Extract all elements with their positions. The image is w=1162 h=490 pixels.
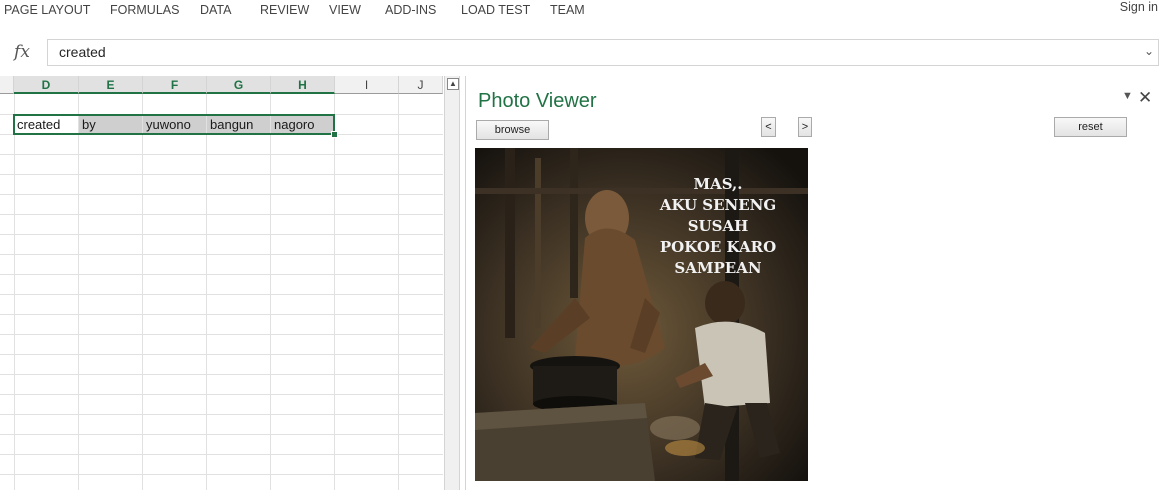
grid-line	[0, 454, 443, 455]
column-header-j[interactable]: J	[399, 76, 443, 94]
close-icon[interactable]: ✕	[1138, 88, 1152, 108]
pane-divider	[465, 76, 466, 490]
caption-line: SUSAH	[688, 217, 749, 235]
selection-border	[13, 114, 335, 135]
vertical-scrollbar[interactable]: ▲	[444, 76, 460, 490]
reset-button[interactable]: reset	[1054, 117, 1127, 137]
browse-button[interactable]: browse	[476, 120, 549, 140]
pane-title: Photo Viewer	[478, 90, 597, 112]
grid-line	[0, 334, 443, 335]
pane-options-icon[interactable]: ▼	[1122, 90, 1133, 102]
column-header-e[interactable]: E	[79, 76, 143, 94]
grid-line	[0, 194, 443, 195]
tab-view[interactable]: VIEW	[329, 3, 361, 17]
tab-formulas[interactable]: FORMULAS	[110, 3, 179, 17]
worksheet-grid[interactable]: D E F G H I J created by yuwono bangun n…	[0, 76, 443, 490]
photo-illustration: MAS,. AKU SENENG SUSAH POKOE KARO SAMPEA…	[475, 148, 808, 481]
column-header-g[interactable]: G	[207, 76, 271, 94]
grid-line	[0, 354, 443, 355]
fill-handle[interactable]	[331, 131, 338, 138]
expand-formula-icon[interactable]: ⌄	[1144, 44, 1154, 58]
grid-line	[0, 414, 443, 415]
column-header-d[interactable]: D	[14, 76, 79, 94]
grid-line	[0, 234, 443, 235]
grid-line	[0, 154, 443, 155]
grid-line	[0, 434, 443, 435]
formula-input[interactable]: created ⌄	[47, 39, 1159, 66]
column-header-h[interactable]: H	[271, 76, 335, 94]
tab-load-test[interactable]: LOAD TEST	[461, 3, 530, 17]
grid-line	[0, 394, 443, 395]
formula-bar: fx created ⌄	[0, 39, 1162, 66]
grid-line	[0, 374, 443, 375]
insert-function-button[interactable]: fx	[0, 39, 44, 66]
formula-value: created	[59, 44, 106, 60]
tab-page-layout[interactable]: PAGE LAYOUT	[4, 3, 90, 17]
column-header-f[interactable]: F	[143, 76, 207, 94]
grid-line	[0, 474, 443, 475]
grid-line	[0, 214, 443, 215]
photo-image: MAS,. AKU SENENG SUSAH POKOE KARO SAMPEA…	[475, 148, 808, 481]
column-header-i[interactable]: I	[335, 76, 399, 94]
grid-line	[0, 274, 443, 275]
caption-line: POKOE KARO	[660, 238, 776, 256]
caption-line: AKU SENENG	[659, 196, 776, 214]
scroll-up-icon[interactable]: ▲	[447, 78, 459, 90]
grid-line	[0, 254, 443, 255]
grid-line	[0, 294, 443, 295]
tab-data[interactable]: DATA	[200, 3, 231, 17]
next-button[interactable]: >	[798, 117, 812, 137]
caption-line: MAS,.	[694, 175, 743, 193]
previous-button[interactable]: <	[761, 117, 776, 137]
caption-line: SAMPEAN	[674, 259, 761, 277]
tab-add-ins[interactable]: ADD-INS	[385, 3, 436, 17]
tab-review[interactable]: REVIEW	[260, 3, 309, 17]
sign-in-link[interactable]: Sign in	[1120, 0, 1158, 14]
tab-team[interactable]: TEAM	[550, 3, 585, 17]
corner-header[interactable]	[0, 76, 14, 94]
grid-line	[0, 314, 443, 315]
ribbon-tabs: PAGE LAYOUT FORMULAS DATA REVIEW VIEW AD…	[0, 0, 1162, 26]
grid-line	[0, 174, 443, 175]
